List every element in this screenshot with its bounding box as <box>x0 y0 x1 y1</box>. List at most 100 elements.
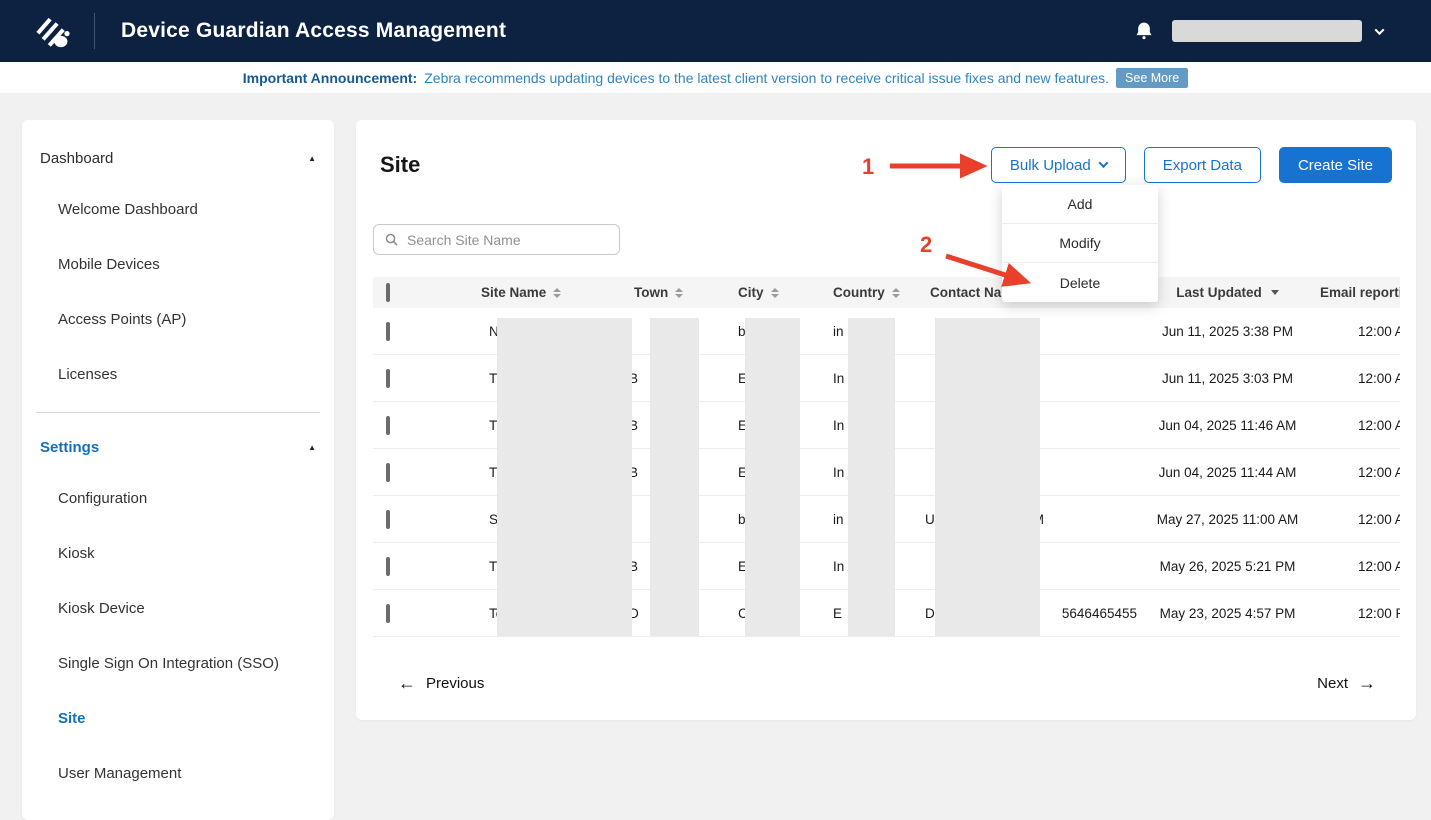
page-title: Site <box>380 152 420 178</box>
column-header-email-reporting[interactable]: Email reporti <box>1310 285 1400 300</box>
arrow-right-icon: → <box>1358 673 1376 694</box>
arrow-left-icon: ← <box>398 673 416 694</box>
app-header: Device Guardian Access Management <box>0 0 1431 62</box>
column-header-site-name[interactable]: Site Name <box>440 285 625 300</box>
cell-last-updated: Jun 11, 2025 3:03 PM <box>1145 371 1310 386</box>
create-site-button[interactable]: Create Site <box>1279 147 1392 183</box>
row-checkbox[interactable] <box>386 416 390 435</box>
table-header-row: Site Name Town City Country Contact Name… <box>373 277 1400 308</box>
bulk-upload-button[interactable]: Bulk Upload <box>991 147 1126 183</box>
sidebar-item-label: Kiosk Device <box>58 600 145 617</box>
column-header-city[interactable]: City <box>737 285 832 300</box>
previous-page-button[interactable]: ← Previous <box>398 673 484 694</box>
cell-last-updated: May 23, 2025 4:57 PM <box>1145 606 1310 621</box>
sidebar-item-licenses[interactable]: Licenses <box>22 347 334 402</box>
next-label: Next <box>1317 675 1348 692</box>
row-checkbox[interactable] <box>386 604 390 623</box>
zebra-logo-icon <box>32 10 74 52</box>
redaction-block-site-name <box>497 318 632 636</box>
sidebar-item-welcome-dashboard[interactable]: Welcome Dashboard <box>22 182 334 237</box>
sidebar-item-kiosk[interactable]: Kiosk <box>22 526 334 581</box>
cell-contact: U <box>925 512 935 527</box>
sort-icon[interactable] <box>771 288 779 298</box>
pagination: ← Previous Next → <box>398 666 1376 700</box>
row-checkbox[interactable] <box>386 369 390 388</box>
sort-icon[interactable] <box>675 288 683 298</box>
cell-last-updated: May 27, 2025 11:00 AM <box>1145 512 1310 527</box>
sidebar-item-configuration[interactable]: Configuration <box>22 471 334 526</box>
sidebar-item-site[interactable]: Site <box>22 691 334 746</box>
sidebar-section-dashboard[interactable]: Dashboard ▲ <box>22 134 334 182</box>
sidebar-item-kiosk-device[interactable]: Kiosk Device <box>22 581 334 636</box>
column-header-town[interactable]: Town <box>625 285 737 300</box>
sidebar: Dashboard ▲ Welcome Dashboard Mobile Dev… <box>22 120 334 820</box>
next-page-button[interactable]: Next → <box>1317 673 1376 694</box>
user-email-redacted[interactable] <box>1172 20 1362 42</box>
user-menu-chevron-down-icon[interactable] <box>1375 25 1385 35</box>
column-label: Site Name <box>481 285 546 300</box>
header-divider <box>94 13 95 49</box>
collapse-caret-icon[interactable]: ▲ <box>308 443 316 452</box>
export-data-label: Export Data <box>1163 157 1242 174</box>
announcement-text: Zebra recommends updating devices to the… <box>424 70 1109 86</box>
cell-email: 12:00 A <box>1310 465 1400 480</box>
select-all-checkbox[interactable] <box>386 283 390 302</box>
sidebar-item-label: Site <box>58 710 86 727</box>
dropdown-item-modify[interactable]: Modify <box>1002 224 1158 263</box>
column-label: Country <box>833 285 885 300</box>
sidebar-divider <box>36 412 320 413</box>
create-site-label: Create Site <box>1298 157 1373 174</box>
dropdown-item-delete[interactable]: Delete <box>1002 263 1158 302</box>
announcement-bar: Important Announcement: Zebra recommends… <box>0 62 1431 93</box>
search-icon <box>384 232 399 247</box>
cell-email: 12:00 A <box>1310 559 1400 574</box>
column-label: Last Updated <box>1176 285 1262 300</box>
row-checkbox[interactable] <box>386 557 390 576</box>
column-label: Town <box>634 285 668 300</box>
sidebar-item-mobile-devices[interactable]: Mobile Devices <box>22 237 334 292</box>
sidebar-item-user-management[interactable]: User Management <box>22 746 334 801</box>
sidebar-item-sso[interactable]: Single Sign On Integration (SSO) <box>22 636 334 691</box>
sidebar-section-settings[interactable]: Settings ▲ <box>22 423 334 471</box>
search-input[interactable] <box>407 232 609 248</box>
redaction-block-country <box>848 318 895 636</box>
collapse-caret-icon[interactable]: ▲ <box>308 154 316 163</box>
sort-icon[interactable] <box>553 288 561 298</box>
bulk-upload-dropdown: Add Modify Delete <box>1002 185 1158 302</box>
sidebar-item-label: Mobile Devices <box>58 256 160 273</box>
cell-email: 12:00 A <box>1310 324 1400 339</box>
sidebar-item-label: Welcome Dashboard <box>58 201 198 218</box>
cell-email: 12:00 P <box>1310 606 1400 621</box>
row-checkbox[interactable] <box>386 322 390 341</box>
notifications-bell-icon[interactable] <box>1134 20 1154 42</box>
cell-email: 12:00 A <box>1310 512 1400 527</box>
export-data-button[interactable]: Export Data <box>1144 147 1261 183</box>
row-checkbox[interactable] <box>386 463 390 482</box>
sidebar-item-label: Licenses <box>58 366 117 383</box>
sort-icon[interactable] <box>892 288 900 298</box>
redaction-block-city <box>745 318 800 636</box>
cell-contact: D <box>925 606 935 621</box>
sidebar-item-label: Single Sign On Integration (SSO) <box>58 655 279 672</box>
sidebar-section-label: Settings <box>40 439 99 456</box>
column-header-country[interactable]: Country <box>832 285 925 300</box>
app-title: Device Guardian Access Management <box>121 19 506 43</box>
cell-email: 12:00 A <box>1310 371 1400 386</box>
redaction-block-contact <box>935 318 1040 636</box>
column-label: City <box>738 285 764 300</box>
toolbar: Bulk Upload Export Data Create Site <box>991 147 1392 183</box>
cell-last-updated: Jun 11, 2025 3:38 PM <box>1145 324 1310 339</box>
site-table: Site Name Town City Country Contact Name… <box>373 277 1400 637</box>
redaction-block-town <box>650 318 699 636</box>
column-header-last-updated[interactable]: Last Updated <box>1145 285 1310 300</box>
row-checkbox[interactable] <box>386 510 390 529</box>
main-panel: Site Bulk Upload Export Data Create Site… <box>356 120 1416 720</box>
cell-last-updated: Jun 04, 2025 11:46 AM <box>1145 418 1310 433</box>
site-search <box>373 224 620 255</box>
chevron-down-icon <box>1098 158 1108 168</box>
column-label: Email reporti <box>1320 285 1400 300</box>
see-more-button[interactable]: See More <box>1116 68 1188 88</box>
sort-desc-icon[interactable] <box>1271 290 1279 295</box>
dropdown-item-add[interactable]: Add <box>1002 185 1158 224</box>
sidebar-item-access-points[interactable]: Access Points (AP) <box>22 292 334 347</box>
